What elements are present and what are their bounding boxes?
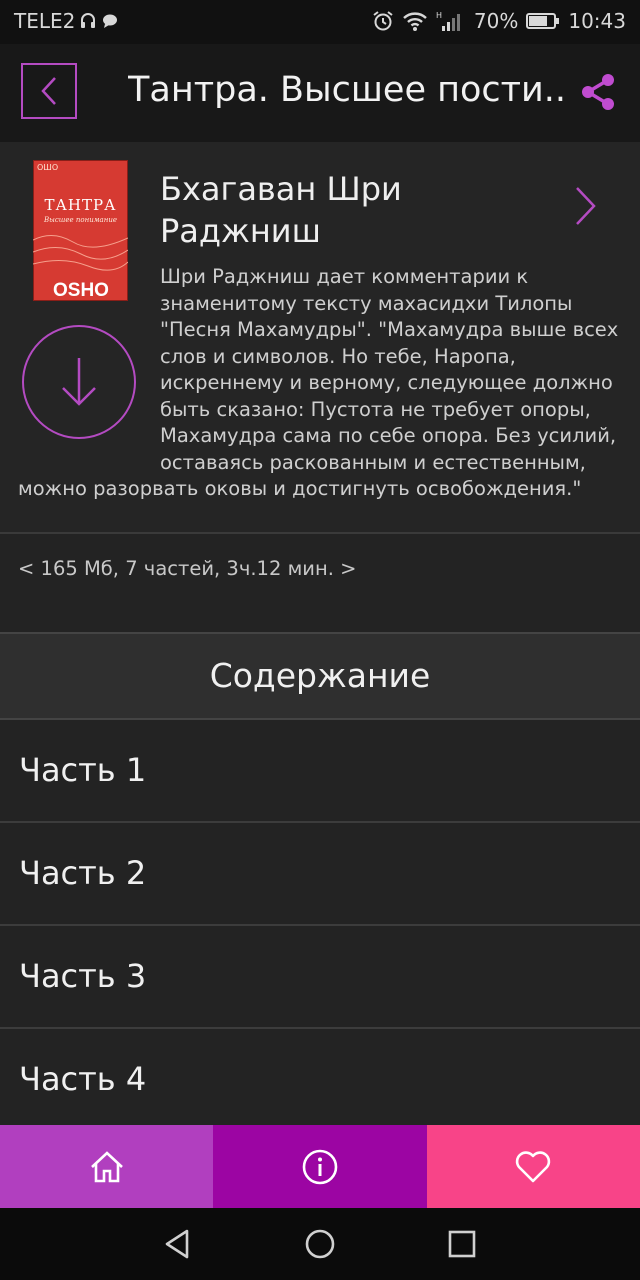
list-item[interactable]: Часть 2: [0, 823, 640, 926]
list-item[interactable]: Часть 3: [0, 926, 640, 1029]
part-label: Часть 4: [19, 1060, 147, 1098]
app-bar: Тантра. Высшее пости..: [0, 44, 640, 142]
headset-icon: [81, 13, 96, 28]
chevron-left-icon: [41, 77, 56, 105]
book-meta: < 165 Мб, 7 частей, 3ч.12 мин. >: [18, 557, 357, 580]
parts-list: Часть 1 Часть 2 Часть 3 Часть 4: [0, 720, 640, 1130]
alarm-icon: [373, 11, 393, 31]
status-bar: TELE2 H 70% 10:43: [0, 0, 640, 44]
home-icon: [90, 1150, 123, 1182]
carrier-label: TELE2: [14, 9, 76, 33]
share-icon: [582, 74, 614, 110]
battery-icon: [526, 13, 560, 29]
share-button[interactable]: [578, 72, 618, 112]
signal-icon: H: [436, 11, 460, 31]
bottom-tab-bar: [0, 1125, 640, 1208]
clock: 10:43: [568, 9, 626, 33]
cover-subtitle: Высшее понимание: [44, 216, 117, 224]
part-label: Часть 1: [19, 751, 147, 789]
system-nav-bar: [0, 1208, 640, 1280]
nav-back-icon[interactable]: [162, 1228, 192, 1260]
wifi-icon: [403, 12, 427, 31]
status-right: H 70% 10:43: [372, 9, 626, 33]
battery-percent: 70%: [473, 9, 519, 33]
nav-recents-icon[interactable]: [448, 1230, 476, 1258]
tab-info[interactable]: [213, 1125, 427, 1208]
back-button[interactable]: [21, 63, 77, 119]
tab-favorites[interactable]: [426, 1125, 640, 1208]
cover-title: ТАНТРА: [44, 196, 117, 214]
chevron-right-icon: [576, 187, 596, 225]
heart-icon: [516, 1150, 551, 1182]
book-info: ОШО ТАНТРА Высшее понимание OSHO Бхагава…: [0, 142, 640, 532]
message-icon: [103, 14, 118, 28]
part-label: Часть 3: [19, 957, 147, 995]
arrow-down-icon: [62, 358, 96, 406]
page-title: Тантра. Высшее пости..: [128, 70, 564, 110]
svg-text:H: H: [436, 11, 442, 20]
download-button[interactable]: [22, 325, 136, 439]
nav-home-icon[interactable]: [304, 1228, 336, 1260]
tab-home[interactable]: [0, 1125, 214, 1208]
info-icon: [302, 1149, 338, 1184]
divider: [0, 532, 640, 534]
author-name[interactable]: Бхагаван Шри Раджниш: [160, 168, 550, 252]
author-link-button[interactable]: [572, 184, 600, 228]
contents-header: Содержание: [0, 632, 640, 720]
cover-series: ОШО: [37, 163, 59, 172]
status-left: TELE2: [14, 9, 119, 33]
list-item[interactable]: Часть 1: [0, 720, 640, 823]
part-label: Часть 2: [19, 854, 147, 892]
list-item[interactable]: Часть 4: [0, 1029, 640, 1130]
contents-title: Содержание: [209, 656, 431, 695]
